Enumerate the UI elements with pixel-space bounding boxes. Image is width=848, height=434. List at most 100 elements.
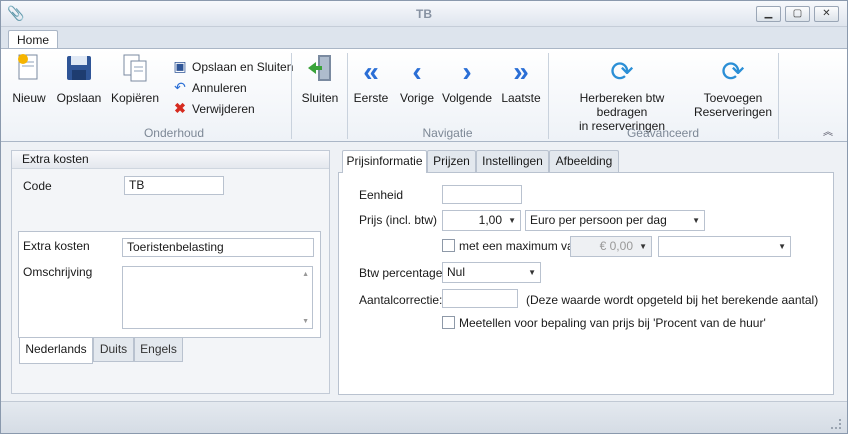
minimize-button[interactable]: ▁: [756, 6, 781, 22]
divider: [778, 53, 779, 139]
ribbon-tab-row: Home: [1, 27, 847, 50]
unit-field[interactable]: [442, 185, 522, 204]
quantity-correction-note: (Deze waarde wordt opgeteld bij het bere…: [526, 293, 819, 307]
maximum-unit-dropdown[interactable]: ▼: [658, 236, 791, 257]
translation-box: Extra kosten Toeristenbelasting Omschrij…: [18, 231, 321, 338]
price-dropdown[interactable]: 1,00 ▼: [442, 210, 521, 231]
chevron-down-icon: ▼: [778, 242, 786, 251]
scroll-up-icon[interactable]: ▲: [302, 271, 309, 278]
quantity-correction-label: Aantalcorrectie:: [359, 293, 443, 307]
group-label-onderhoud: Onderhoud: [143, 126, 205, 140]
price-label: Prijs (incl. btw): [359, 213, 438, 227]
unit-label: Eenheid: [359, 188, 404, 202]
save-label: Opslaan: [56, 91, 102, 105]
ribbon: Nieuw Opslaan Kopiëren ▣ Opslaan en Sluit…: [1, 48, 847, 142]
copy-icon: [108, 53, 162, 91]
recalculate-label-line1: Herbereken btw bedragen: [579, 91, 665, 119]
price-unit-dropdown[interactable]: Euro per persoon per dag ▼: [525, 210, 705, 231]
tab-afbeelding[interactable]: Afbeelding: [549, 150, 619, 172]
last-button[interactable]: » Laatste: [499, 53, 543, 105]
scroll-down-icon[interactable]: ▼: [302, 318, 309, 325]
extra-costs-label: Extra kosten: [23, 239, 90, 253]
copy-button[interactable]: Kopiëren: [108, 53, 162, 105]
maximum-label: met een maximum van: [459, 239, 581, 253]
chevron-down-icon: ▼: [528, 268, 536, 277]
application-window: 📎 TB ▁ ▢ ✕ Home Nieuw Opslaan Kopiëren ▣…: [0, 0, 848, 434]
close-record-button[interactable]: Sluiten: [300, 53, 340, 105]
chevron-right-icon: ›: [462, 56, 472, 87]
tab-home[interactable]: Home: [8, 30, 58, 50]
vat-label: Btw percentage: [359, 266, 443, 280]
add-reservations-label-line2: Reserveringen: [693, 105, 773, 119]
close-button[interactable]: ✕: [814, 6, 839, 22]
window-title: TB: [416, 7, 432, 21]
save-and-close-button[interactable]: ▣ Opslaan en Sluiten: [172, 57, 293, 75]
chevron-down-icon: ▼: [639, 242, 647, 251]
main-content: Extra kosten Code TB Extra kosten Toeris…: [1, 143, 847, 401]
include-percentage-label: Meetellen voor bepaling van prijs bij 'P…: [459, 316, 766, 330]
description-label: Omschrijving: [23, 265, 93, 279]
new-button[interactable]: Nieuw: [9, 53, 49, 105]
extra-costs-panel: Extra kosten Code TB Extra kosten Toeris…: [11, 150, 330, 394]
refresh-icon: ⟳: [610, 56, 634, 87]
quantity-correction-field[interactable]: [442, 289, 518, 308]
tab-engels[interactable]: Engels: [134, 338, 183, 362]
double-chevron-left-icon: «: [363, 56, 379, 87]
group-label-navigatie: Navigatie: [422, 126, 473, 140]
chevron-down-icon: ▼: [692, 216, 700, 225]
maximize-button[interactable]: ▢: [785, 6, 810, 22]
delete-x-icon: ✖: [174, 100, 186, 116]
next-button[interactable]: › Volgende: [442, 53, 492, 105]
double-chevron-right-icon: »: [513, 56, 529, 87]
previous-label: Vorige: [399, 91, 435, 105]
undo-icon: ↶: [174, 79, 186, 95]
copy-label: Kopiëren: [110, 91, 160, 105]
save-close-icon: ▣: [173, 58, 187, 74]
floppy-disk-icon: [56, 53, 102, 91]
code-label: Code: [23, 179, 52, 193]
tab-prijzen[interactable]: Prijzen: [427, 150, 476, 172]
status-bar: [1, 401, 847, 433]
tab-nederlands[interactable]: Nederlands: [19, 338, 93, 364]
delete-button[interactable]: ✖ Verwijderen: [172, 99, 255, 117]
code-field[interactable]: TB: [124, 176, 224, 195]
chevron-left-icon: ‹: [412, 56, 422, 87]
next-label: Volgende: [442, 91, 493, 105]
last-label: Laatste: [501, 91, 541, 105]
save-and-close-label: Opslaan en Sluiten: [192, 60, 294, 74]
previous-button[interactable]: ‹ Vorige: [398, 53, 436, 105]
new-label: Nieuw: [12, 91, 46, 105]
vat-dropdown[interactable]: Nul ▼: [442, 262, 541, 283]
title-bar: 📎 TB ▁ ▢ ✕: [1, 1, 847, 27]
delete-label: Verwijderen: [192, 102, 255, 116]
collapse-ribbon-icon[interactable]: ︽: [823, 123, 833, 138]
cancel-label: Annuleren: [192, 81, 247, 95]
tab-content: Eenheid Prijs (incl. btw) 1,00 ▼ Euro pe…: [338, 172, 834, 395]
maximum-amount-dropdown[interactable]: € 0,00 ▼: [570, 236, 652, 257]
recalculate-vat-button[interactable]: ⟳ Herbereken btw bedragen in reservering…: [554, 53, 690, 133]
first-button[interactable]: « Eerste: [352, 53, 390, 105]
chevron-down-icon: ▼: [508, 216, 516, 225]
maximum-amount-value: € 0,00: [599, 239, 633, 253]
first-label: Eerste: [353, 91, 389, 105]
cancel-button[interactable]: ↶ Annuleren: [172, 78, 247, 96]
save-button[interactable]: Opslaan: [56, 53, 102, 105]
panel-header: Extra kosten: [12, 151, 329, 169]
new-document-icon: [9, 53, 49, 91]
tab-instellingen[interactable]: Instellingen: [476, 150, 549, 172]
tab-duits[interactable]: Duits: [93, 338, 134, 362]
price-value: 1,00: [478, 213, 502, 227]
refresh-icon: ⟳: [721, 56, 745, 87]
add-reservations-button[interactable]: ⟳ Toevoegen Reserveringen: [693, 53, 773, 119]
maximum-checkbox[interactable]: [442, 239, 455, 252]
extra-costs-field[interactable]: Toeristenbelasting: [122, 238, 314, 257]
price-info-panel: Prijsinformatie Prijzen Instellingen Afb…: [338, 150, 834, 395]
price-unit-value: Euro per persoon per dag: [530, 213, 667, 227]
exit-door-icon: [300, 53, 340, 91]
vat-value: Nul: [447, 265, 466, 279]
close-record-label: Sluiten: [301, 91, 339, 105]
tab-prijsinformatie[interactable]: Prijsinformatie: [342, 150, 427, 173]
resize-grip-icon[interactable]: [831, 419, 841, 429]
description-field[interactable]: ▲ ▼: [122, 266, 313, 329]
include-percentage-checkbox[interactable]: [442, 316, 455, 329]
